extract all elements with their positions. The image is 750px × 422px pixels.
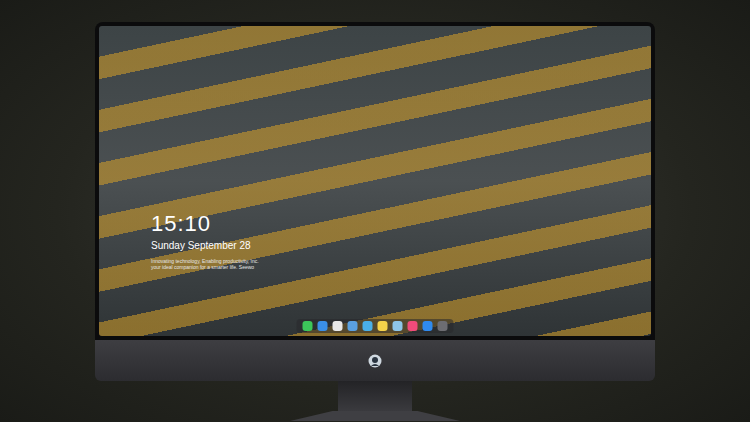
lock-clock: 15:10 Sunday September 28 Innovating techn…	[151, 211, 259, 270]
messages-icon[interactable]	[303, 321, 313, 331]
screen: 15:10 Sunday September 28 Innovating techn…	[99, 26, 651, 336]
stand-base	[290, 411, 460, 421]
monitor-bezel: 15:10 Sunday September 28 Innovating techn…	[95, 22, 655, 340]
dock	[297, 319, 454, 333]
files-icon[interactable]	[348, 321, 358, 331]
clock-icon[interactable]	[333, 321, 343, 331]
finder-icon[interactable]	[318, 321, 328, 331]
notes-icon[interactable]	[378, 321, 388, 331]
desktop-background: 15:10 Sunday September 28 Innovating techn…	[0, 0, 750, 422]
clock-time: 15:10	[151, 211, 259, 237]
camera-icon[interactable]	[438, 321, 448, 331]
tagline-line: Innovating technology, Enabling producti…	[151, 258, 259, 264]
stand-neck	[338, 381, 412, 411]
video-icon[interactable]	[363, 321, 373, 331]
brand-logo-icon	[368, 354, 382, 368]
wallpaper-photo	[99, 26, 651, 336]
tagline: Innovating technology, Enabling producti…	[151, 258, 259, 270]
store-icon[interactable]	[423, 321, 433, 331]
monitor: 15:10 Sunday September 28 Innovating techn…	[95, 22, 655, 422]
photos-icon[interactable]	[393, 321, 403, 331]
music-icon[interactable]	[408, 321, 418, 331]
clock-date: Sunday September 28	[151, 239, 259, 253]
tagline-line: your ideal companion for a smarter life.…	[151, 264, 259, 270]
monitor-chin	[95, 340, 655, 381]
